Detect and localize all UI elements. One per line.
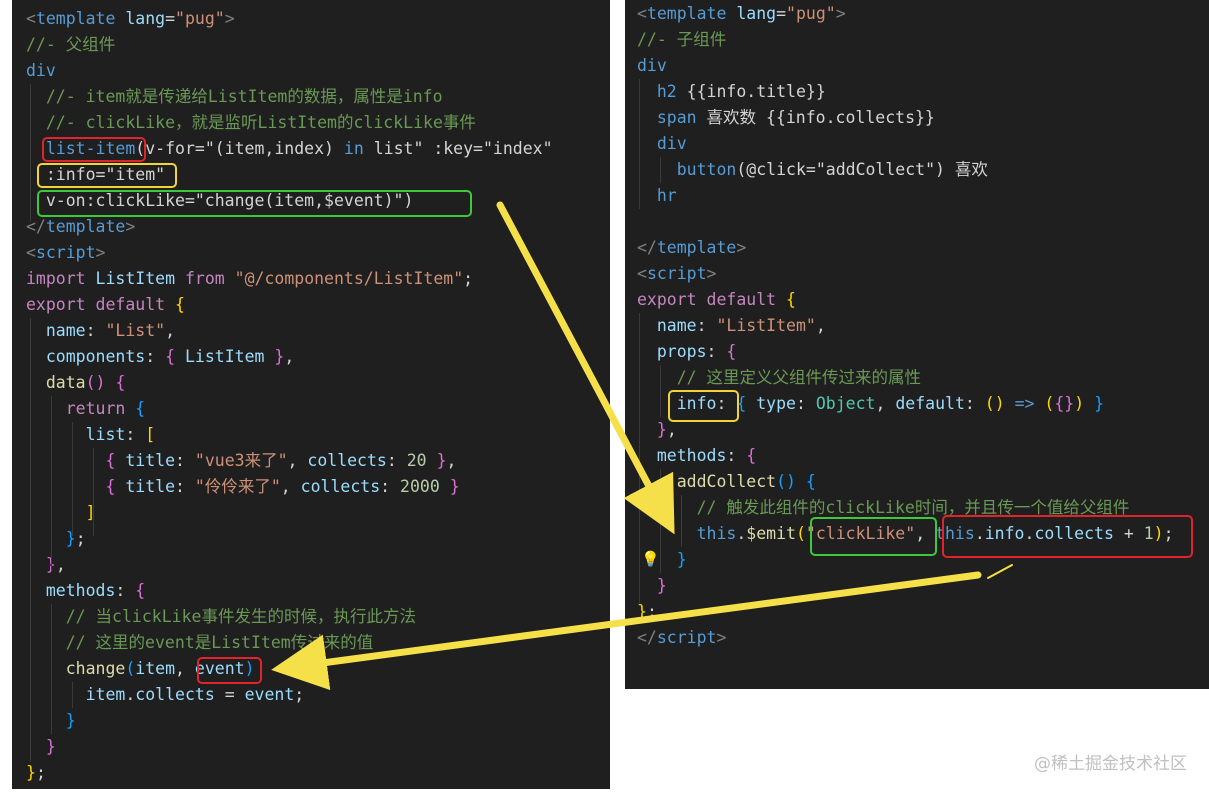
annotation-arrows [271,201,1013,691]
arrow-emit-value-to-event [271,571,982,691]
arrow-clicklike-to-emit [496,201,675,535]
watermark: @稀土掘金技术社区 [1034,754,1187,774]
arrow-small-pointer [987,564,1013,579]
